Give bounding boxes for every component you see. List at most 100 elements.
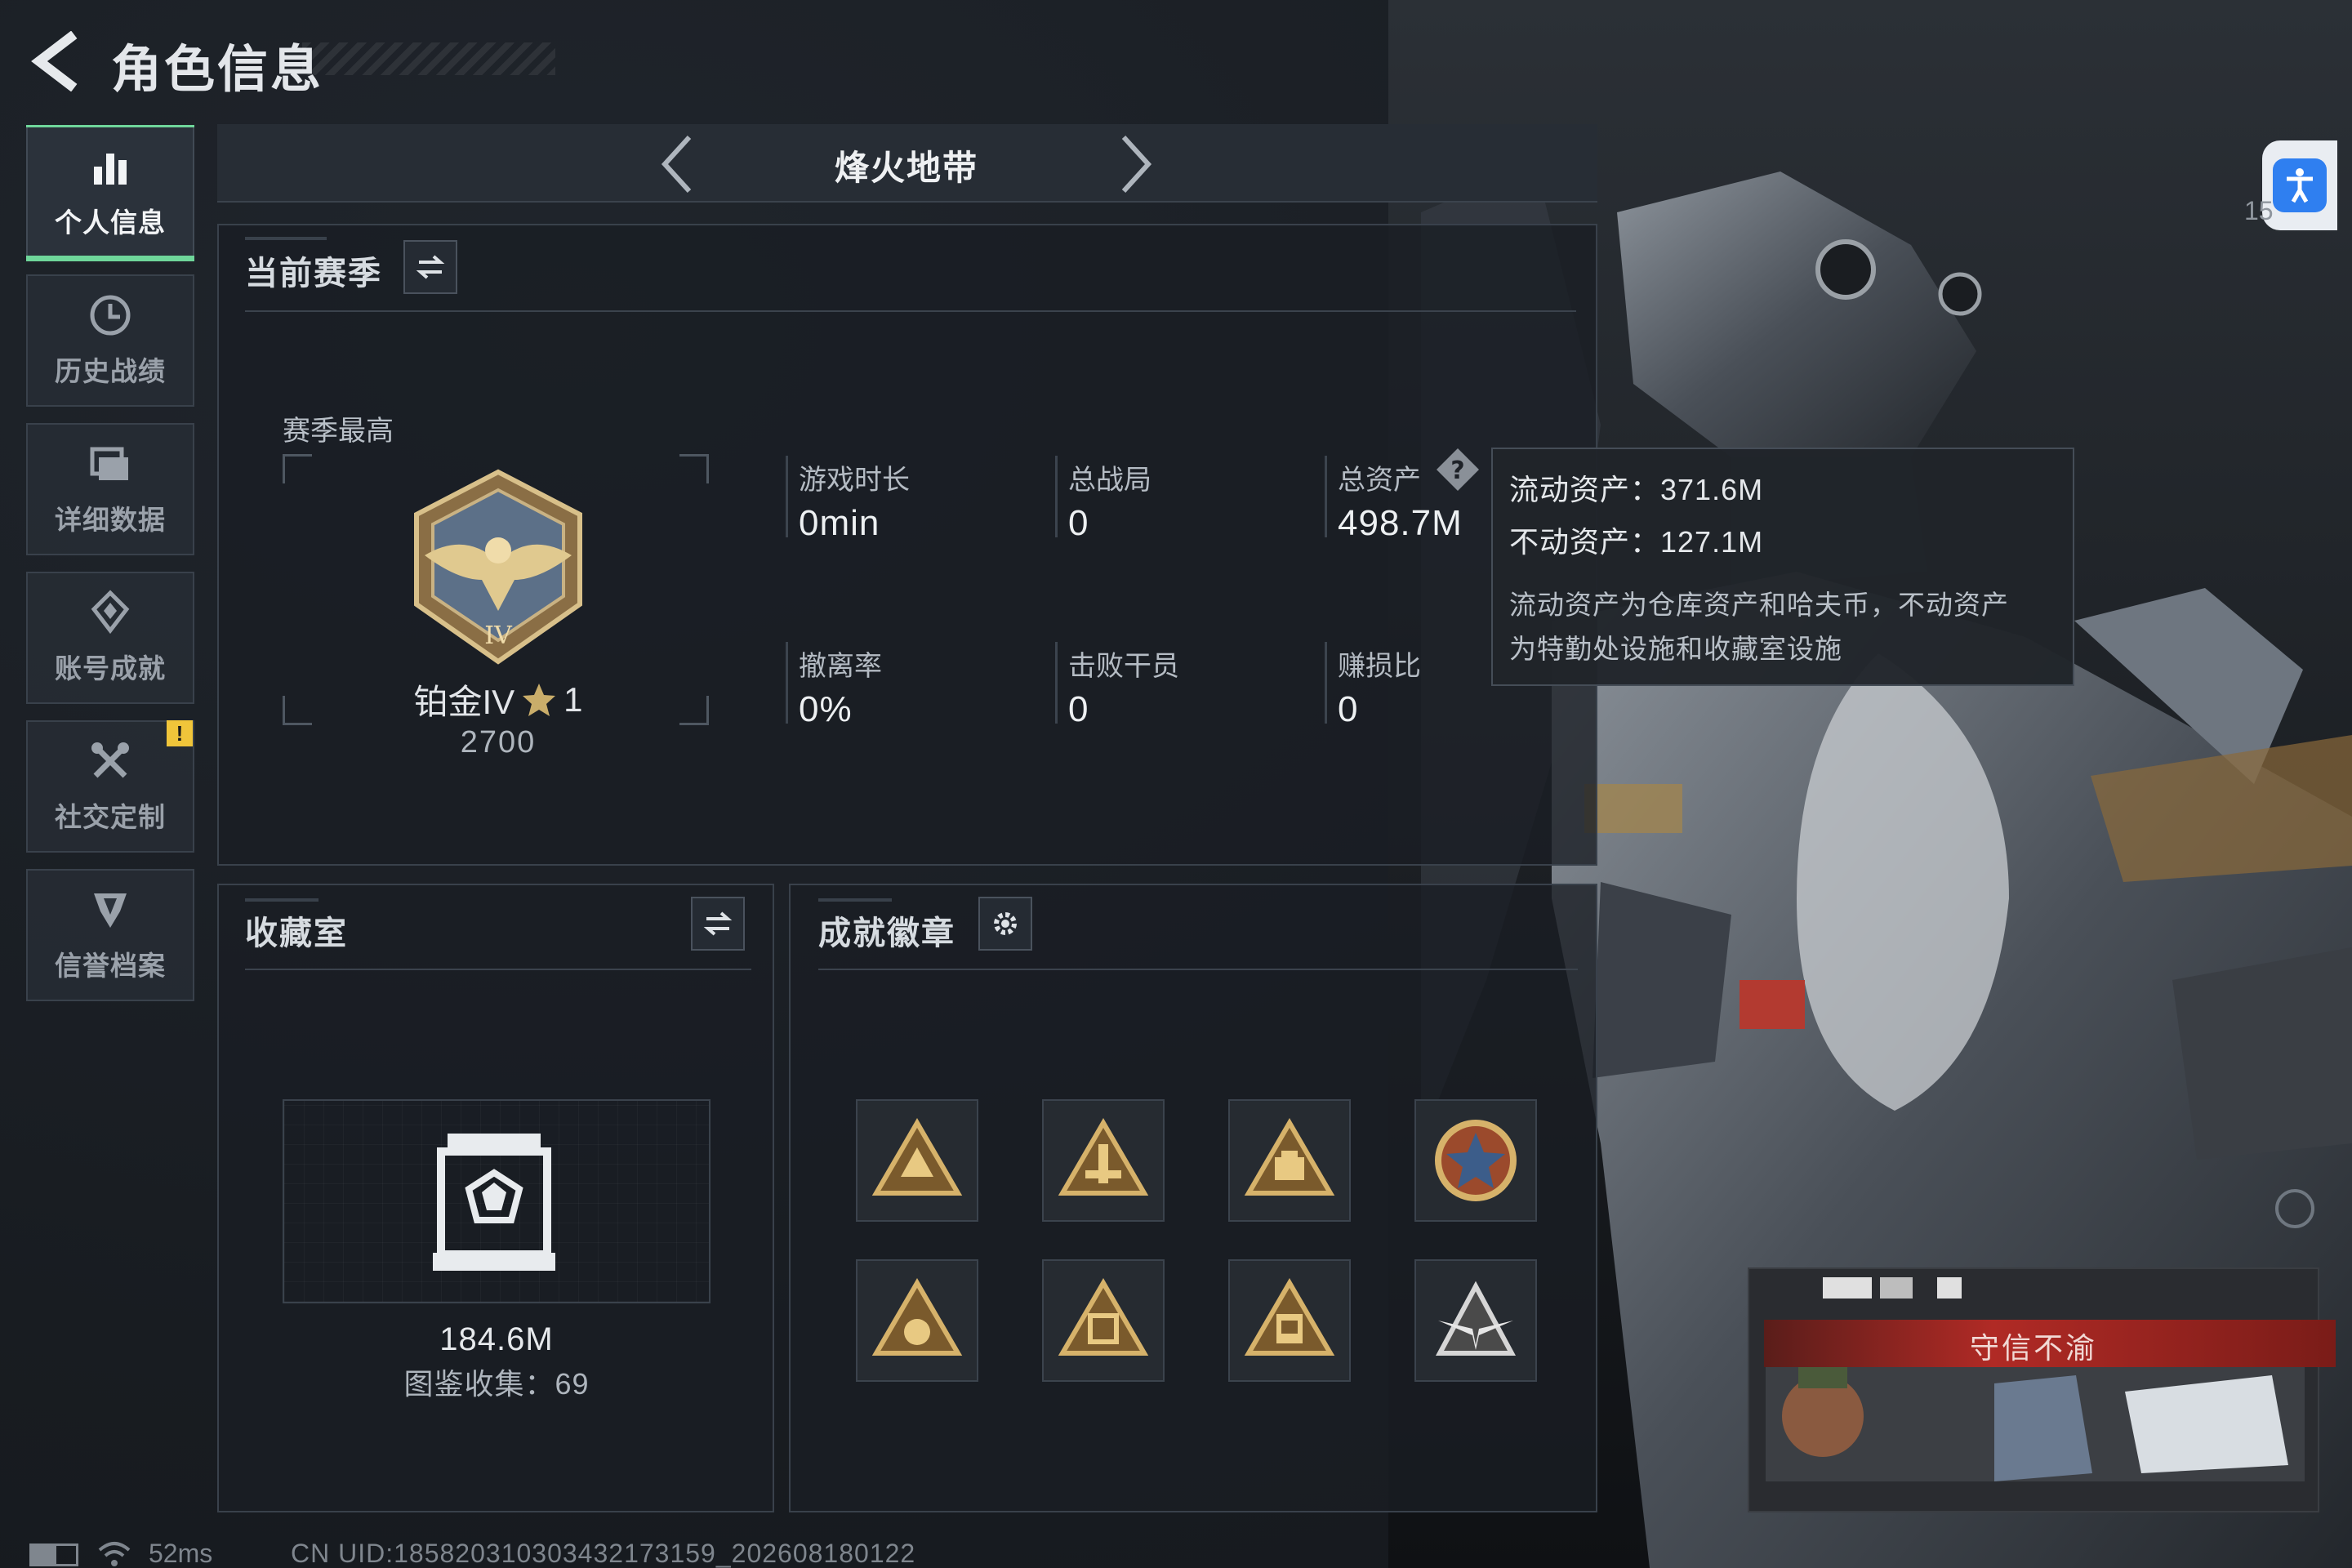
nav-label: 社交定制 [55,802,166,832]
asset-tooltip: 流动资产：371.6M 不动资产：127.1M 流动资产为仓库资产和哈夫币，不动… [1491,448,2074,686]
partial-counter: 15 [2244,196,2274,225]
achievement-badge[interactable] [1042,1099,1165,1222]
chevron-left-icon [661,135,692,194]
divider [245,310,1576,312]
title-decoration [302,42,555,75]
collection-display-icon [433,1130,555,1274]
nav-item-credit-record[interactable]: 信誉档案 [26,869,194,1001]
stat-label: 游戏时长 [799,465,910,496]
nav-label: 历史战绩 [55,356,166,386]
panel-decoration [245,237,327,240]
history-icon [90,295,131,336]
nav-label: 账号成就 [55,653,166,684]
achievement-badge[interactable] [856,1259,978,1382]
nav-item-achievements[interactable]: 账号成就 [26,572,194,704]
swap-icon [416,255,445,279]
achievement-badge[interactable] [1228,1099,1351,1222]
page-title: 角色信息 [111,42,324,98]
star-icon [523,683,556,716]
switch-season-button[interactable] [403,240,457,294]
folder-icon [90,447,128,480]
switch-collection-button[interactable] [691,897,745,951]
rank-stars: 1 [564,679,583,719]
crate-badge-icon [1058,1278,1149,1356]
tools-icon [91,742,129,778]
asset-help-button[interactable]: ? [1434,446,1481,493]
safe-badge-icon [1244,1278,1335,1356]
achievement-badge[interactable] [1414,1099,1537,1222]
stat-value: 0 [1068,689,1089,729]
eagle-emblem-icon: IV [414,469,582,665]
numbered-badge-icon [871,1278,963,1356]
accessibility-button[interactable] [2262,140,2337,230]
frame-corner [679,454,709,483]
svg-text:IV: IV [484,621,513,650]
frame-corner [679,696,709,725]
accessibility-icon [2273,158,2327,212]
swap-icon [703,911,733,936]
panel-decoration [245,898,318,902]
nav-label: 详细数据 [55,505,166,535]
triangle-badge-icon [871,1118,963,1196]
honor-title: 守信不渝 [1969,1331,2097,1365]
nav-item-personal-info[interactable]: 个人信息 [26,125,194,261]
stat-divider [1055,642,1058,724]
stat-divider [1055,456,1058,537]
svg-text:?: ? [1450,457,1464,485]
back-arrow-icon [31,30,78,92]
stat-label: 击败干员 [1068,651,1179,682]
rank-emblem: IV [392,466,604,670]
wifi-icon [96,1539,132,1568]
honor-card[interactable] [1748,1267,2319,1512]
chevron-right-icon [1121,135,1152,194]
achievement-badge[interactable] [856,1099,978,1222]
stat-label: 赚损比 [1338,651,1421,682]
display-case-icon [433,1134,555,1271]
gear-icon [994,912,1017,935]
achievement-badge[interactable] [1414,1259,1537,1382]
divider [245,969,751,970]
ping-text: 52ms [149,1539,213,1568]
nav-item-detailed-data[interactable]: 详细数据 [26,423,194,555]
nav-label: 个人信息 [55,207,166,238]
collection-value: 184.6M [439,1321,554,1357]
rank-name: 铂金IV [413,683,515,721]
fixed-assets: 不动资产：127.1M [1509,525,1764,559]
divider [818,969,1578,970]
stat-value: 0min [799,503,880,543]
previous-mode-button[interactable] [645,129,710,199]
stat-divider [1325,456,1327,537]
season-title: 当前赛季 [245,256,382,292]
badges-title: 成就徽章 [818,915,956,951]
mode-name: 烽火地带 [834,149,978,187]
rocket-badge-icon [1058,1118,1149,1196]
next-mode-button[interactable] [1102,129,1168,199]
stat-divider [786,456,788,537]
rank-row: 铂金IV 1 [359,675,637,724]
help-icon: ? [1437,448,1479,491]
rank-score: 2700 [460,725,537,760]
stat-value: 0% [799,689,853,729]
nav-item-history[interactable]: 历史战绩 [26,274,194,407]
badge-settings-button[interactable] [978,897,1032,951]
back-button[interactable] [28,30,85,92]
tooltip-note: 流动资产为仓库资产和哈夫币，不动资产 为特勤处设施和收藏室设施 [1509,583,2056,671]
star-medal-badge-icon [1435,1120,1517,1201]
frame-corner [283,696,312,725]
achievement-icon [91,590,130,635]
achievement-badge[interactable] [1228,1259,1351,1382]
stat-label: 总战局 [1068,465,1152,496]
battery-icon [29,1544,78,1566]
stat-value: 0 [1068,503,1089,543]
alert-badge: ! [167,720,193,746]
bar-chart-icon [94,154,127,185]
stat-value: 0 [1338,689,1359,729]
stat-value: 498.7M [1338,503,1463,543]
winged-badge-icon [1435,1281,1517,1356]
achievement-badge[interactable] [1042,1259,1165,1382]
season-best-label: 赛季最高 [283,416,394,447]
uid-text: CN UID:1858203103034321731​59_2026081801… [291,1539,916,1568]
stat-label: 撤离率 [799,651,882,682]
tooltip-note-line: 为特勤处设施和收藏室设施 [1509,634,1842,664]
liquid-assets: 流动资产：371.6M [1509,473,1764,506]
